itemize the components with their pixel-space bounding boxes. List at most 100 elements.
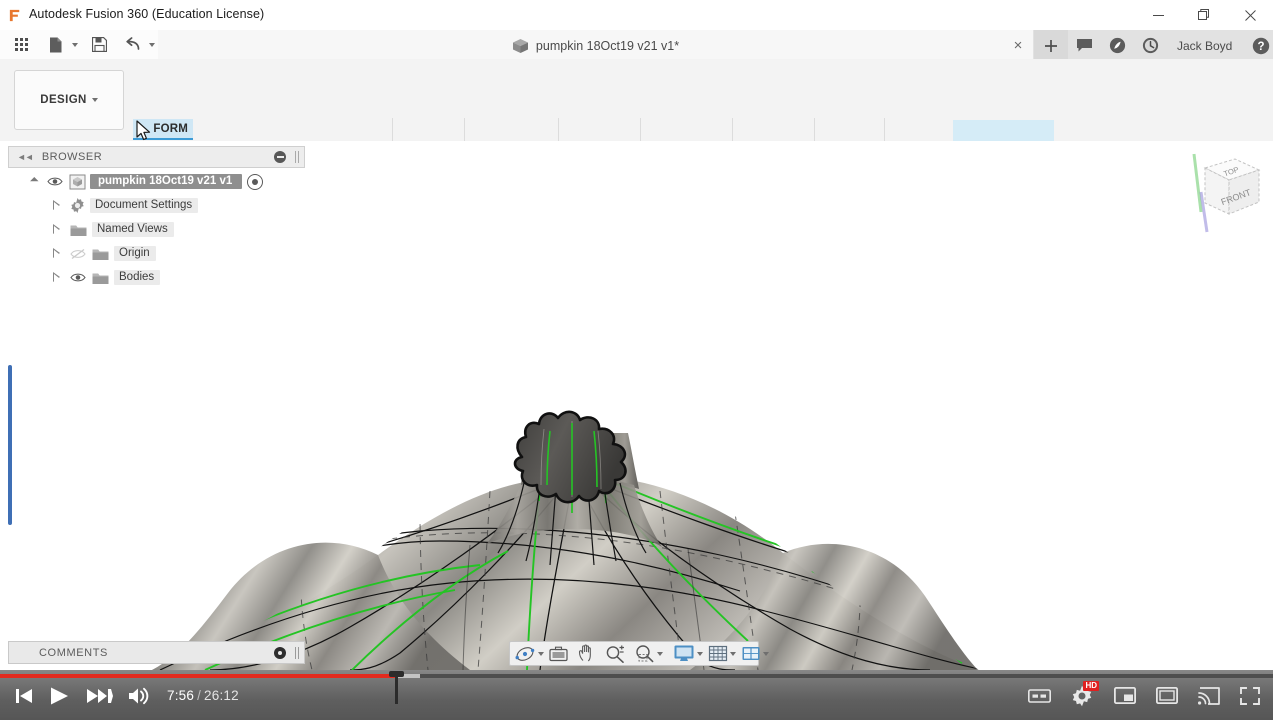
folder-icon — [70, 223, 87, 237]
expand-triangle-icon[interactable] — [50, 271, 63, 284]
hd-badge: HD — [1083, 681, 1099, 691]
progress-scrubber[interactable] — [388, 671, 404, 704]
svg-text:?: ? — [1257, 41, 1264, 53]
file-icon[interactable] — [43, 32, 68, 57]
comments-icon[interactable] — [1068, 30, 1101, 61]
tree-item-root[interactable]: pumpkin 18Oct19 v21 v1 — [8, 172, 305, 191]
player-right-controls: HD — [1025, 681, 1263, 709]
header-action-icons: Jack Boyd ? — [1068, 30, 1273, 61]
document-tab-close-icon[interactable]: × — [1009, 36, 1027, 54]
folder-icon — [92, 247, 109, 261]
grid-snaps-icon[interactable] — [706, 643, 730, 664]
panel-minimize-icon[interactable] — [274, 151, 286, 163]
volume-button[interactable] — [120, 682, 158, 709]
panel-grip-icon[interactable] — [295, 647, 299, 659]
tree-item-origin[interactable]: Origin — [8, 244, 305, 263]
duration: 26:12 — [204, 688, 239, 703]
orbit-dropdown-caret-icon[interactable] — [538, 643, 544, 664]
tree-item-label: pumpkin 18Oct19 v21 v1 — [90, 174, 243, 189]
look-at-icon[interactable] — [546, 643, 571, 664]
workspace-caret-icon — [91, 98, 98, 102]
help-icon[interactable]: ? — [1244, 30, 1273, 61]
collapse-left-icon[interactable]: ◄◄ — [17, 152, 34, 162]
tree-item-named-views[interactable]: Named Views — [8, 220, 305, 239]
viewports-dropdown-caret-icon[interactable] — [763, 643, 769, 664]
document-tab-title: pumpkin 18Oct19 v21 v1* — [535, 38, 680, 53]
activate-component-radio[interactable] — [247, 173, 264, 190]
expand-triangle-icon[interactable] — [28, 175, 41, 188]
play-pause-button[interactable] — [40, 682, 78, 709]
eye-icon[interactable] — [47, 176, 63, 187]
ribbon-toolbar: DESIGN FORM — [0, 59, 1273, 200]
view-navigation-bar — [509, 641, 769, 666]
theater-mode-button[interactable] — [1153, 682, 1181, 709]
eye-hidden-icon[interactable] — [70, 248, 86, 260]
job-status-icon[interactable] — [1101, 30, 1134, 61]
viewports-icon[interactable] — [739, 643, 763, 664]
progress-played — [0, 674, 396, 678]
expand-triangle-icon[interactable] — [50, 247, 63, 260]
restore-button[interactable] — [1181, 0, 1227, 30]
expand-triangle-icon[interactable] — [50, 223, 63, 236]
cube-icon — [512, 38, 528, 53]
tree-item-label: Named Views — [92, 222, 174, 237]
gear-icon — [70, 198, 85, 213]
time-separator: / — [197, 688, 202, 703]
document-tab-strip: pumpkin 18Oct19 v21 v1* × Jack Boyd ? — [158, 30, 1273, 61]
tree-item-label: Origin — [114, 246, 156, 261]
time-display: 7:56/26:12 — [167, 688, 239, 703]
grid-dropdown-caret-icon[interactable] — [730, 643, 736, 664]
workspace-label: DESIGN — [40, 94, 87, 106]
canvas-left-indicator-bar[interactable] — [8, 365, 12, 525]
document-tab[interactable]: pumpkin 18Oct19 v21 v1* — [158, 30, 1033, 61]
file-dropdown-caret-icon[interactable] — [69, 32, 80, 57]
component-cube-icon — [69, 174, 86, 190]
previous-button[interactable] — [6, 682, 40, 709]
next-button[interactable] — [78, 682, 120, 709]
expand-triangle-icon[interactable] — [50, 199, 63, 212]
video-player-controls: 7:56/26:12 HD — [0, 670, 1273, 720]
folder-icon — [92, 271, 109, 285]
miniplayer-button[interactable] — [1111, 682, 1139, 709]
window-title: Autodesk Fusion 360 (Education License) — [29, 7, 265, 21]
fullscreen-button[interactable] — [1237, 682, 1263, 709]
close-button[interactable] — [1227, 0, 1273, 30]
browser-panel-header[interactable]: ◄◄ BROWSER — [8, 146, 305, 168]
tab-form-label: FORM — [153, 122, 188, 135]
browser-tree: pumpkin 18Oct19 v21 v1 Document Settings… — [8, 172, 305, 292]
modeling-canvas[interactable]: ◄◄ BROWSER pumpkin 18Oct19 v21 v1 Docume… — [0, 141, 1273, 670]
display-settings-icon[interactable] — [671, 643, 697, 664]
recent-icon[interactable] — [1134, 30, 1167, 61]
app-grid-icon[interactable] — [9, 32, 34, 57]
fit-dropdown-caret-icon[interactable] — [657, 643, 663, 664]
new-document-tab-button[interactable] — [1034, 30, 1068, 61]
zoom-window-icon[interactable] — [632, 643, 657, 664]
orbit-icon[interactable] — [513, 643, 538, 664]
display-dropdown-caret-icon[interactable] — [697, 643, 703, 664]
comments-title: COMMENTS — [39, 646, 108, 659]
eye-icon[interactable] — [70, 272, 86, 283]
tree-item-bodies[interactable]: Bodies — [8, 268, 305, 287]
pan-icon[interactable] — [575, 643, 599, 664]
mouse-cursor-icon — [136, 120, 151, 141]
minimize-button[interactable] — [1135, 0, 1181, 30]
comments-panel-header[interactable]: COMMENTS — [8, 641, 305, 664]
view-cube[interactable]: TOP FRONT — [1187, 146, 1267, 234]
zoom-icon[interactable] — [603, 643, 627, 664]
panel-grip-icon[interactable] — [295, 151, 299, 163]
panel-expand-icon[interactable] — [274, 647, 286, 659]
current-time: 7:56 — [167, 688, 195, 703]
fusion-f-icon — [8, 8, 23, 23]
cast-button[interactable] — [1195, 682, 1223, 709]
subtitles-cc-button[interactable] — [1025, 682, 1053, 709]
tree-item-document-settings[interactable]: Document Settings — [8, 196, 305, 215]
settings-gear-button[interactable]: HD — [1067, 681, 1099, 709]
workspace-switcher-button[interactable]: DESIGN — [14, 70, 124, 130]
fusion360-window: Autodesk Fusion 360 (Education License) — [0, 0, 1273, 720]
save-icon[interactable] — [87, 32, 112, 57]
window-title-bar: Autodesk Fusion 360 (Education License) — [0, 0, 1273, 30]
undo-icon[interactable] — [120, 32, 145, 57]
undo-dropdown-caret-icon[interactable] — [146, 32, 157, 57]
tree-item-label: Bodies — [114, 270, 161, 285]
account-username[interactable]: Jack Boyd — [1167, 30, 1244, 61]
